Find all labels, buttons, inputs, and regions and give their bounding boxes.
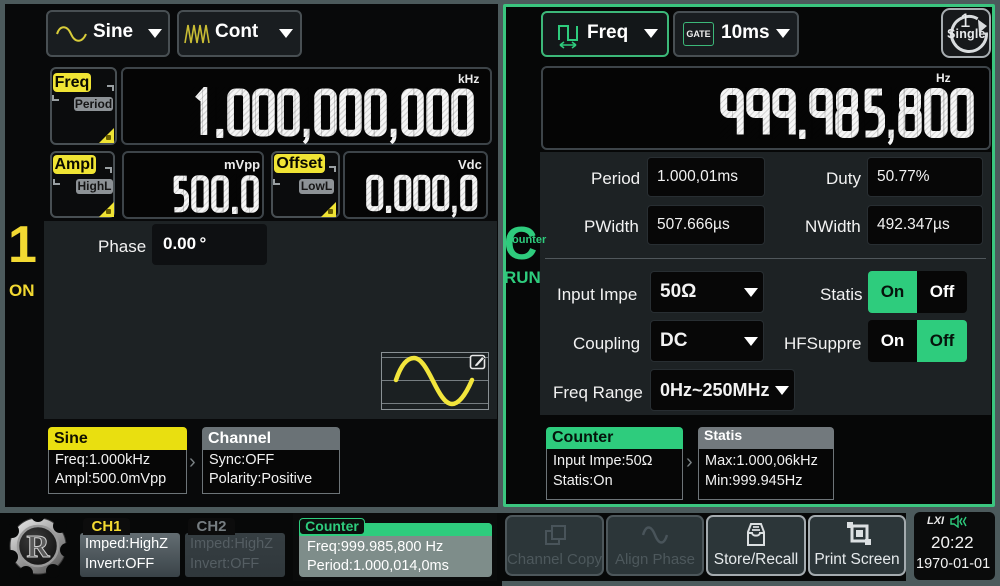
svg-text:R: R <box>26 528 50 564</box>
